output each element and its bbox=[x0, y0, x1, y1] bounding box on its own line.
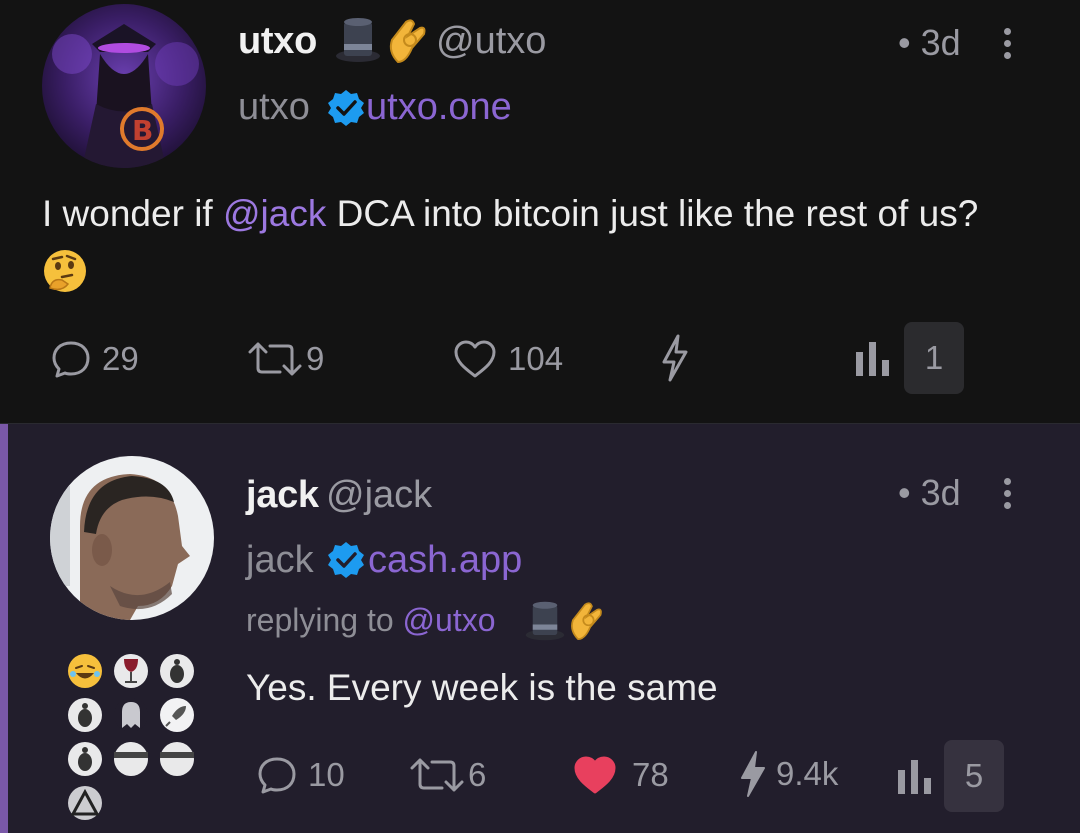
more-options-icon[interactable] bbox=[1004, 28, 1014, 64]
author-handle[interactable]: @utxo bbox=[436, 20, 546, 63]
replying-to-label: replying to bbox=[246, 602, 403, 638]
avatar-utxo[interactable]: B bbox=[42, 4, 206, 168]
like-button[interactable]: 78 bbox=[572, 754, 669, 796]
author-name[interactable]: utxo bbox=[238, 20, 317, 63]
post-time[interactable]: • 3d bbox=[898, 22, 961, 64]
more-options-icon[interactable] bbox=[1004, 478, 1014, 514]
rocket-badge[interactable] bbox=[160, 698, 194, 732]
pinching-hand-icon bbox=[566, 600, 604, 647]
tag-badge[interactable] bbox=[160, 742, 194, 776]
badge-grid bbox=[68, 654, 200, 833]
avatar-utxo-image: B bbox=[42, 4, 206, 168]
content-text: I wonder if bbox=[42, 193, 223, 234]
nip05-name: utxo bbox=[238, 86, 310, 128]
author-handle[interactable]: @jack bbox=[326, 474, 432, 517]
zap-button[interactable] bbox=[660, 334, 700, 382]
author-name[interactable]: jack bbox=[246, 474, 319, 517]
note-jack[interactable]: jack @jack • 3d jack cash.app replying t… bbox=[0, 424, 1080, 833]
replying-to: replying to @utxo bbox=[246, 602, 496, 639]
verified-icon bbox=[326, 540, 366, 585]
like-count: 78 bbox=[632, 756, 669, 793]
nip05-domain[interactable]: cash.app bbox=[368, 539, 522, 582]
laughing-face-badge[interactable] bbox=[68, 654, 102, 688]
replying-to-handle[interactable]: @utxo bbox=[403, 602, 496, 638]
like-button[interactable]: 104 bbox=[452, 338, 563, 380]
heart-icon bbox=[454, 340, 496, 378]
note-content: Yes. Every week is the same bbox=[246, 667, 718, 708]
repost-button[interactable]: 6 bbox=[406, 754, 486, 796]
tag-badge[interactable] bbox=[114, 742, 148, 776]
mention-link[interactable]: @jack bbox=[223, 193, 326, 234]
avatar-jack[interactable] bbox=[50, 456, 214, 620]
verified-icon bbox=[326, 88, 366, 133]
note-utxo[interactable]: B utxo @utxo • 3d utxo utxo.one I wonder… bbox=[0, 0, 1080, 424]
note-content: I wonder if @jack DCA into bitcoin just … bbox=[42, 186, 1032, 296]
ostrich-badge[interactable] bbox=[68, 698, 102, 732]
nip05-domain[interactable]: utxo.one bbox=[366, 86, 512, 129]
views-count[interactable]: 5 bbox=[944, 740, 1004, 812]
ghost-badge[interactable] bbox=[114, 698, 148, 732]
reply-icon bbox=[52, 341, 90, 378]
lightning-icon bbox=[662, 334, 688, 382]
top-hat-icon bbox=[334, 16, 382, 69]
views-button[interactable] bbox=[854, 340, 894, 378]
views-count[interactable]: 1 bbox=[904, 322, 964, 394]
repost-icon bbox=[248, 342, 302, 376]
bar-chart-icon bbox=[898, 760, 931, 794]
content-text: DCA into bitcoin just like the rest of u… bbox=[326, 193, 979, 234]
repost-count: 9 bbox=[306, 340, 325, 377]
repost-button[interactable]: 9 bbox=[244, 338, 324, 380]
bar-chart-icon bbox=[856, 342, 889, 376]
heart-filled-icon bbox=[574, 756, 616, 794]
reply-count: 29 bbox=[102, 340, 139, 377]
zap-button[interactable]: 9.4k bbox=[738, 750, 838, 798]
top-hat-icon bbox=[524, 600, 566, 647]
svg-text:B: B bbox=[132, 114, 153, 147]
repost-icon bbox=[410, 758, 464, 792]
ostrich-badge[interactable] bbox=[68, 742, 102, 776]
nip05-name: jack bbox=[246, 539, 314, 581]
pinching-hand-icon bbox=[384, 18, 428, 69]
triangle-badge[interactable] bbox=[68, 786, 102, 820]
reply-count: 10 bbox=[308, 756, 345, 793]
avatar-jack-image bbox=[50, 456, 214, 620]
reply-button[interactable]: 29 bbox=[50, 338, 139, 380]
views-button[interactable] bbox=[896, 758, 936, 796]
like-count: 104 bbox=[508, 340, 564, 377]
repost-count: 6 bbox=[468, 756, 487, 793]
zap-amount: 9.4k bbox=[776, 755, 839, 792]
post-time[interactable]: • 3d bbox=[898, 472, 961, 514]
reply-button[interactable]: 10 bbox=[256, 754, 345, 796]
wine-glass-badge[interactable] bbox=[114, 654, 148, 688]
lightning-icon bbox=[741, 751, 765, 797]
thread-indicator bbox=[0, 424, 8, 833]
ostrich-badge[interactable] bbox=[160, 654, 194, 688]
thinking-face-icon bbox=[42, 248, 88, 294]
reply-icon bbox=[258, 757, 296, 794]
